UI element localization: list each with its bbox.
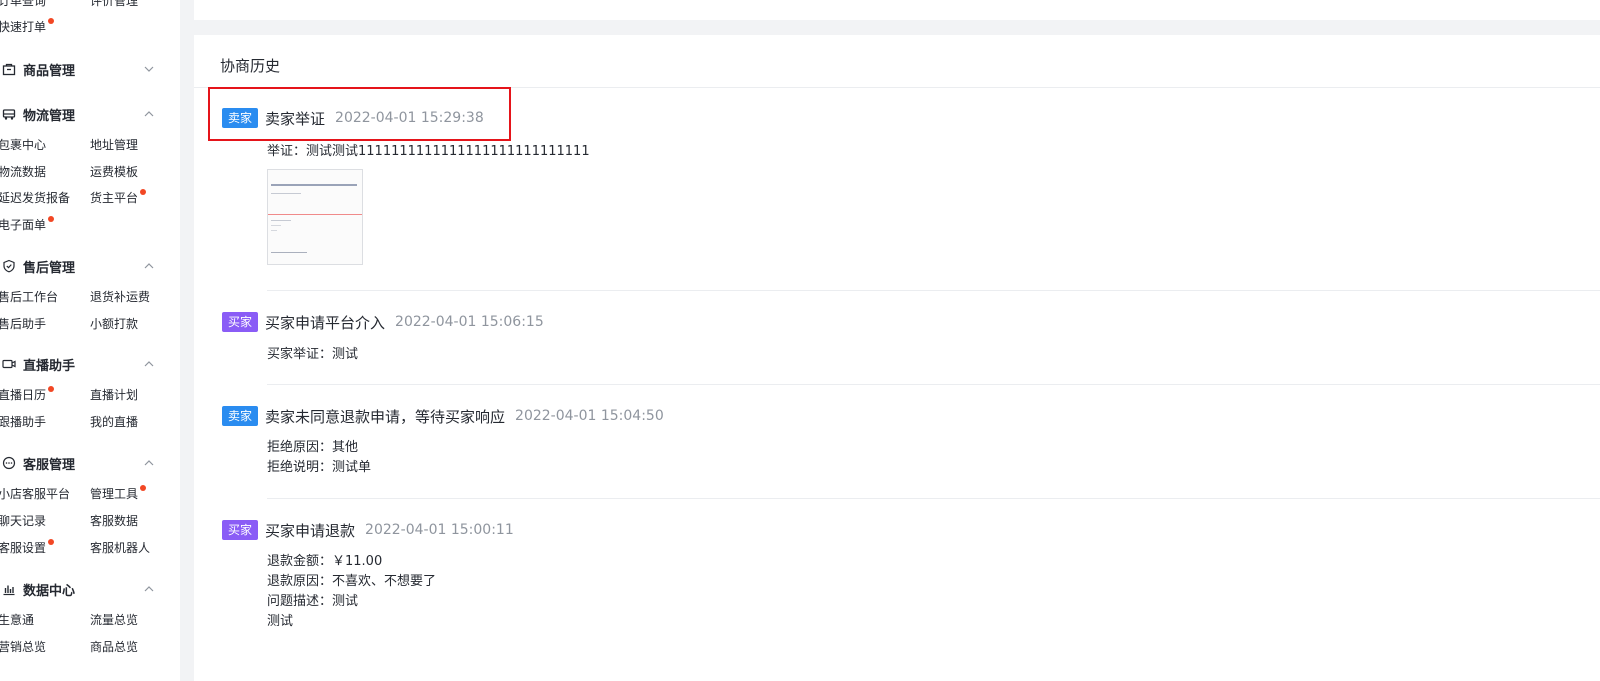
product-bag-icon [2, 63, 16, 76]
notification-dot [48, 386, 55, 392]
sidebar-link-return-freight[interactable]: 退货补运费 [90, 289, 150, 305]
event-title: 买家申请平台介入 [265, 313, 386, 332]
sidebar-link-logistics-data[interactable]: 物流数据 [0, 164, 46, 180]
event-time: 2022-04-01 15:00:11 [365, 522, 514, 538]
detail-line: 拒绝原因：其他 [267, 440, 359, 455]
chevron-up-icon[interactable] [142, 357, 156, 371]
sidebar-group-title: 客服管理 [23, 457, 76, 473]
entry-divider [267, 384, 1600, 385]
bar-chart-icon [3, 585, 15, 596]
detail-line: 举证：测试测试1111111111111111111111111111 [267, 144, 590, 159]
sidebar-link-review-management[interactable]: 评价管理 [90, 0, 138, 9]
chevron-up-icon[interactable] [142, 259, 156, 273]
sidebar-link-management-tools[interactable]: 管理工具 [90, 485, 147, 502]
entry-header: 买家 买家申请平台介入 2022-04-01 15:06:15 [222, 312, 544, 332]
sidebar-link-after-sales-assistant[interactable]: 售后助手 [0, 316, 46, 332]
sidebar-group-data-center[interactable]: 数据中心 [0, 577, 162, 601]
sidebar-link-small-payment[interactable]: 小额打款 [90, 316, 138, 332]
sidebar-group-after-sales[interactable]: 售后管理 [0, 254, 162, 278]
video-camera-icon [2, 359, 16, 369]
annotation-highlight-box [208, 87, 511, 141]
evidence-image-thumbnail[interactable] [267, 169, 363, 265]
notification-dot [140, 485, 147, 491]
sidebar-link-cs-settings[interactable]: 客服设置 [0, 539, 55, 556]
sidebar-link-live-plan[interactable]: 直播计划 [90, 387, 138, 403]
notification-dot [48, 216, 55, 222]
sidebar-link-cs-robot[interactable]: 客服机器人 [90, 540, 150, 556]
sidebar-group-title: 数据中心 [23, 583, 76, 599]
event-time: 2022-04-01 15:04:50 [515, 408, 664, 424]
chevron-up-icon[interactable] [142, 456, 156, 470]
sidebar-link-shipper-platform[interactable]: 货主平台 [90, 189, 147, 206]
sidebar-group-logistics[interactable]: 物流管理 [0, 102, 162, 126]
detail-line: 问题描述：测试 [267, 594, 359, 609]
detail-line: 买家举证：测试 [267, 347, 359, 362]
sidebar-link-follow-assistant[interactable]: 跟播助手 [0, 414, 46, 430]
event-time: 2022-04-01 15:06:15 [395, 314, 544, 330]
sidebar-group-title: 售后管理 [23, 260, 76, 276]
detail-line: 退款金额：￥11.00 [267, 554, 383, 569]
notification-dot [140, 189, 147, 195]
detail-line: 测试 [267, 614, 294, 629]
truck-icon [2, 109, 16, 120]
entry-header: 卖家 卖家未同意退款申请，等待买家响应 2022-04-01 15:04:50 [222, 406, 664, 426]
detail-line: 退款原因：不喜欢、不想要了 [267, 574, 437, 589]
event-details: 退款金额：￥11.00 退款原因：不喜欢、不想要了 问题描述：测试 测试 [267, 552, 436, 632]
sidebar-group-live[interactable]: 直播助手 [0, 352, 162, 376]
sidebar-link-shengyitong[interactable]: 生意通 [0, 612, 34, 628]
sidebar-link-quick-print[interactable]: 快速打单 [0, 18, 55, 35]
panel-title: 协商历史 [220, 57, 281, 75]
shield-check-icon [3, 259, 15, 273]
event-details: 买家举证：测试 [267, 345, 358, 365]
sidebar-link-after-sales-workbench[interactable]: 售后工作台 [0, 289, 58, 305]
sidebar-link-traffic-overview[interactable]: 流量总览 [90, 612, 138, 628]
sidebar: 订单查询 评价管理 快速打单 商品管理 物流管理 包裹中心 地址管理 物流数据 … [0, 0, 180, 681]
sidebar-link-product-overview[interactable]: 商品总览 [90, 639, 138, 655]
sidebar-link-live-calendar[interactable]: 直播日历 [0, 386, 55, 403]
sidebar-group-title: 直播助手 [23, 358, 76, 374]
sidebar-link-order-query[interactable]: 订单查询 [0, 0, 46, 9]
sidebar-link-marketing-overview[interactable]: 营销总览 [0, 639, 46, 655]
chevron-up-icon[interactable] [142, 107, 156, 121]
event-title: 卖家未同意退款申请，等待买家响应 [265, 407, 506, 426]
notification-dot [48, 539, 55, 545]
evidence-image-preview [268, 170, 362, 264]
sidebar-link-freight-template[interactable]: 运费模板 [90, 164, 138, 180]
sidebar-link-my-live[interactable]: 我的直播 [90, 414, 138, 430]
event-details: 拒绝原因：其他 拒绝说明：测试单 [267, 438, 371, 478]
event-title: 买家申请退款 [265, 521, 356, 540]
role-badge-buyer: 买家 [222, 520, 259, 540]
chevron-down-icon[interactable] [142, 62, 156, 76]
event-details: 举证：测试测试1111111111111111111111111111 [267, 142, 590, 162]
role-badge-seller: 卖家 [222, 406, 259, 426]
sidebar-group-title: 商品管理 [23, 63, 76, 79]
sidebar-group-title: 物流管理 [23, 108, 76, 124]
entry-divider [267, 290, 1600, 291]
sidebar-link-cs-data[interactable]: 客服数据 [90, 513, 138, 529]
sidebar-group-product[interactable]: 商品管理 [0, 57, 162, 81]
chat-bubble-icon [2, 456, 16, 470]
previous-section-card [194, 0, 1600, 20]
sidebar-link-delayed-shipping[interactable]: 延迟发货报备 [0, 190, 70, 206]
role-badge-buyer: 买家 [222, 312, 259, 332]
sidebar-link-e-waybill[interactable]: 电子面单 [0, 216, 55, 233]
sidebar-link-package-center[interactable]: 包裹中心 [0, 137, 46, 153]
sidebar-link-address-management[interactable]: 地址管理 [90, 137, 138, 153]
entry-divider [267, 498, 1600, 499]
sidebar-link-cs-platform[interactable]: 小店客服平台 [0, 486, 70, 502]
notification-dot [48, 18, 55, 24]
entry-header: 买家 买家申请退款 2022-04-01 15:00:11 [222, 520, 514, 540]
chevron-up-icon[interactable] [142, 582, 156, 596]
detail-line: 拒绝说明：测试单 [267, 460, 372, 475]
sidebar-link-chat-history[interactable]: 聊天记录 [0, 513, 46, 529]
sidebar-group-customer-service[interactable]: 客服管理 [0, 451, 162, 475]
